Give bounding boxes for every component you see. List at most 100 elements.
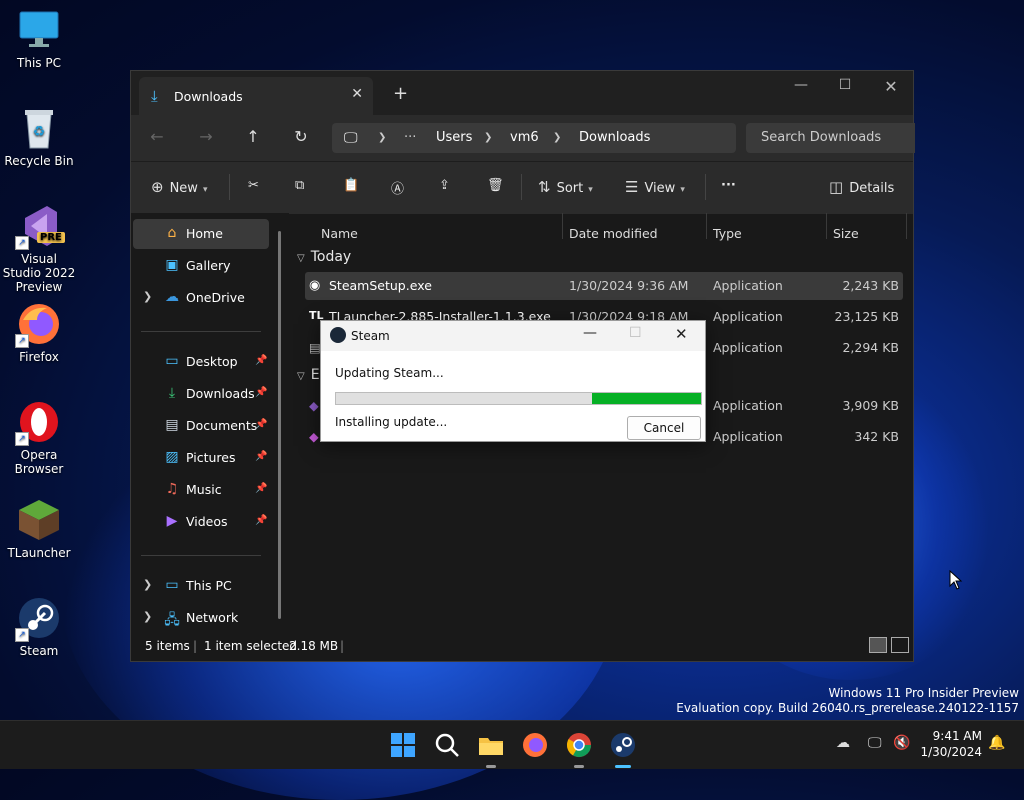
expand-chevron-icon[interactable]: ❯ [143, 610, 152, 623]
sidebar-scrollbar[interactable] [278, 231, 281, 619]
column-header-name[interactable]: Name [321, 226, 358, 241]
desktop-icon-steam[interactable]: ↗ Steam [2, 596, 76, 658]
delete-icon[interactable]: 🗑 [487, 178, 504, 193]
breadcrumb-vm6[interactable]: vm6 [510, 130, 539, 145]
sidebar-item-videos[interactable]: ▶ Videos 📌 [133, 507, 269, 537]
sidebar-item-gallery[interactable]: ▣ Gallery [133, 251, 269, 281]
minimize-icon[interactable]: — [781, 77, 821, 93]
sidebar-item-network[interactable]: ❯ 🖧 Network [133, 603, 269, 633]
sidebar-item-pictures[interactable]: ▨ Pictures 📌 [133, 443, 269, 473]
search-input[interactable]: Search Downloads [746, 123, 915, 153]
table-row[interactable]: ◉ SteamSetup.exe 1/30/2024 9:36 AM Appli… [305, 272, 903, 300]
sort-icon: ⇅ [538, 178, 551, 196]
sidebar-item-label: Gallery [186, 258, 231, 273]
breadcrumb-users[interactable]: Users [436, 130, 472, 145]
column-header-type[interactable]: Type [713, 226, 742, 241]
rename-icon[interactable]: Ⓐ [391, 178, 404, 197]
copy-icon[interactable]: ⧉ [295, 178, 304, 193]
update-message: Updating Steam... [335, 366, 444, 380]
steam-icon[interactable] [609, 731, 637, 759]
tiles-view-icon[interactable] [891, 637, 909, 653]
column-divider[interactable] [706, 213, 707, 239]
column-header-size[interactable]: Size [833, 226, 859, 241]
address-bar[interactable]: 🖵 ❯ ··· Users ❯ vm6 ❯ Downloads [332, 123, 736, 153]
notification-bell-icon[interactable]: 🔔 [988, 735, 1005, 751]
desktop-icon-recycle-bin[interactable]: ♻ Recycle Bin [2, 106, 76, 168]
column-header-date[interactable]: Date modified [569, 226, 658, 241]
sidebar-item-downloads[interactable]: ⤓ Downloads 📌 [133, 379, 269, 409]
svg-text:♻: ♻ [33, 124, 46, 140]
desktop-icon-this-pc[interactable]: This PC [2, 8, 76, 70]
volume-muted-icon[interactable]: 🔇 [893, 735, 910, 751]
view-button[interactable]: ☰ View ▾ [625, 178, 685, 196]
sidebar-item-music[interactable]: ♫ Music 📌 [133, 475, 269, 505]
shortcut-arrow-icon: ↗ [15, 334, 29, 348]
desktop-folder-icon: ▭ [165, 353, 179, 369]
up-arrow-icon[interactable]: ↑ [241, 127, 265, 146]
group-header-earlier[interactable]: ▽ E [297, 367, 320, 383]
expand-chevron-icon[interactable]: ❯ [143, 578, 152, 591]
desktop-icon-label: Firefox [19, 350, 59, 364]
more-locations-icon[interactable]: ··· [404, 130, 416, 145]
file-type: Application [713, 278, 783, 293]
chevron-right-icon: ❯ [553, 132, 562, 143]
shortcut-arrow-icon: ↗ [15, 236, 29, 250]
desktop-icon-firefox[interactable]: ↗ Firefox [2, 302, 76, 364]
tab-downloads[interactable]: ⤓ Downloads ✕ [139, 77, 373, 115]
details-button[interactable]: ◫ Details [829, 178, 894, 196]
sort-button[interactable]: ⇅ Sort ▾ [538, 178, 593, 196]
search-icon[interactable] [433, 731, 461, 759]
desktop-icon-label: This PC [17, 56, 61, 70]
sidebar-item-desktop[interactable]: ▭ Desktop 📌 [133, 347, 269, 377]
close-window-icon[interactable]: ✕ [675, 325, 688, 343]
share-icon[interactable]: ⇪ [439, 178, 450, 193]
chrome-icon[interactable] [565, 731, 593, 759]
breadcrumb-downloads[interactable]: Downloads [579, 130, 650, 145]
computer-icon: 🖵 [344, 130, 358, 146]
file-type: Application [713, 340, 783, 355]
minimize-icon[interactable]: — [583, 325, 597, 341]
forward-arrow-icon[interactable]: → [194, 127, 218, 146]
maximize-icon[interactable]: ☐ [825, 77, 865, 93]
desktop-icon-opera[interactable]: ↗ Opera Browser [2, 400, 76, 476]
sidebar-item-label: This PC [186, 578, 232, 593]
sidebar-item-label: Music [186, 482, 222, 497]
group-header-today[interactable]: ▽ Today [297, 249, 351, 265]
sidebar-item-home[interactable]: ⌂ Home [133, 219, 269, 249]
steam-logo-icon [330, 327, 346, 343]
expand-chevron-icon[interactable]: ❯ [143, 290, 152, 303]
network-icon[interactable]: 🖵 [868, 735, 882, 751]
cut-icon[interactable]: ✂ [248, 178, 259, 193]
desktop-icon-tlauncher[interactable]: TLauncher [2, 498, 76, 560]
details-view-icon[interactable] [869, 637, 887, 653]
back-arrow-icon[interactable]: ← [145, 127, 169, 146]
desktop-icon-visual-studio[interactable]: PRE ↗ Visual Studio 2022 Preview [2, 204, 76, 294]
desktop-icon-label: Opera Browser [14, 448, 64, 476]
sidebar-item-this-pc[interactable]: ❯ ▭ This PC [133, 571, 269, 601]
tab-close-icon[interactable]: ✕ [351, 86, 363, 102]
firefox-icon[interactable] [521, 731, 549, 759]
sidebar-item-onedrive[interactable]: ❯ ☁ OneDrive [133, 283, 269, 313]
refresh-icon[interactable]: ↻ [289, 127, 313, 146]
new-tab-icon[interactable]: + [393, 83, 408, 104]
sidebar-item-label: Desktop [186, 354, 238, 369]
file-explorer-icon[interactable] [477, 731, 505, 759]
sidebar-item-documents[interactable]: ▤ Documents 📌 [133, 411, 269, 441]
onedrive-offline-icon[interactable]: ☁ [836, 735, 850, 751]
column-divider[interactable] [826, 213, 827, 239]
paste-icon[interactable]: 📋 [343, 178, 359, 193]
maximize-icon[interactable]: ☐ [629, 325, 642, 341]
file-date: 1/30/2024 9:36 AM [569, 278, 689, 293]
more-options-icon[interactable]: ··· [721, 178, 736, 193]
clock[interactable]: 9:41 AM 1/30/2024 [920, 728, 982, 760]
tlauncher-grass-block-icon [17, 498, 61, 542]
column-divider[interactable] [562, 213, 563, 239]
preview-badge: PRE [37, 232, 65, 243]
music-icon: ♫ [165, 481, 179, 497]
column-divider[interactable] [906, 213, 907, 239]
close-window-icon[interactable]: ✕ [871, 77, 911, 96]
file-type: Application [713, 429, 783, 444]
start-windows-icon[interactable] [389, 731, 417, 759]
new-button[interactable]: ⊕ New ▾ [151, 178, 207, 196]
cancel-button[interactable]: Cancel [627, 416, 701, 440]
